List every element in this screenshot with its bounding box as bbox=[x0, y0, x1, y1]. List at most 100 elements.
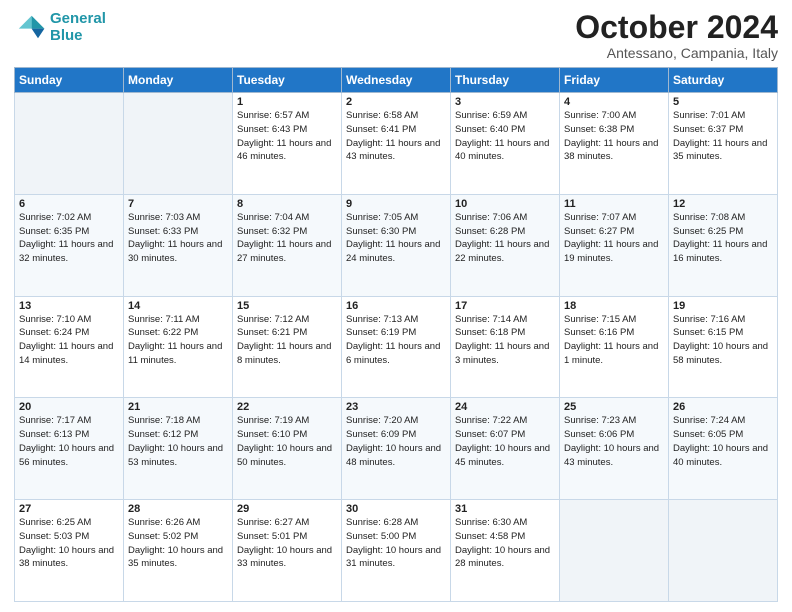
week-row-2: 6Sunrise: 7:02 AMSunset: 6:35 PMDaylight… bbox=[15, 194, 778, 296]
day-number: 20 bbox=[19, 401, 119, 413]
col-header-tuesday: Tuesday bbox=[233, 68, 342, 93]
sunset-text: Sunset: 6:32 PM bbox=[237, 226, 307, 237]
sunrise-text: Sunrise: 7:00 AM bbox=[564, 110, 636, 121]
col-header-thursday: Thursday bbox=[451, 68, 560, 93]
day-cell: 7Sunrise: 7:03 AMSunset: 6:33 PMDaylight… bbox=[124, 194, 233, 296]
sunset-text: Sunset: 6:40 PM bbox=[455, 124, 525, 135]
daylight-text: Daylight: 11 hours and 11 minutes. bbox=[128, 341, 222, 366]
day-cell: 11Sunrise: 7:07 AMSunset: 6:27 PMDayligh… bbox=[560, 194, 669, 296]
day-cell: 28Sunrise: 6:26 AMSunset: 5:02 PMDayligh… bbox=[124, 500, 233, 602]
day-number: 22 bbox=[237, 401, 337, 413]
daylight-text: Daylight: 11 hours and 27 minutes. bbox=[237, 239, 331, 264]
sunset-text: Sunset: 5:01 PM bbox=[237, 531, 307, 542]
logo-text: General Blue bbox=[50, 10, 106, 45]
day-info: Sunrise: 7:18 AMSunset: 6:12 PMDaylight:… bbox=[128, 414, 228, 469]
day-info: Sunrise: 7:08 AMSunset: 6:25 PMDaylight:… bbox=[673, 211, 773, 266]
day-cell: 10Sunrise: 7:06 AMSunset: 6:28 PMDayligh… bbox=[451, 194, 560, 296]
day-number: 14 bbox=[128, 300, 228, 312]
sunrise-text: Sunrise: 7:12 AM bbox=[237, 314, 309, 325]
day-number: 30 bbox=[346, 503, 446, 515]
day-number: 16 bbox=[346, 300, 446, 312]
sunrise-text: Sunrise: 7:17 AM bbox=[19, 415, 91, 426]
day-number: 3 bbox=[455, 96, 555, 108]
sunset-text: Sunset: 5:02 PM bbox=[128, 531, 198, 542]
col-header-wednesday: Wednesday bbox=[342, 68, 451, 93]
daylight-text: Daylight: 10 hours and 58 minutes. bbox=[673, 341, 768, 366]
day-cell: 18Sunrise: 7:15 AMSunset: 6:16 PMDayligh… bbox=[560, 296, 669, 398]
sunrise-text: Sunrise: 6:27 AM bbox=[237, 517, 309, 528]
sunset-text: Sunset: 6:12 PM bbox=[128, 429, 198, 440]
daylight-text: Daylight: 11 hours and 32 minutes. bbox=[19, 239, 113, 264]
sunrise-text: Sunrise: 6:59 AM bbox=[455, 110, 527, 121]
day-cell bbox=[669, 500, 778, 602]
daylight-text: Daylight: 11 hours and 43 minutes. bbox=[346, 138, 440, 163]
day-info: Sunrise: 6:28 AMSunset: 5:00 PMDaylight:… bbox=[346, 516, 446, 571]
sunset-text: Sunset: 6:35 PM bbox=[19, 226, 89, 237]
daylight-text: Daylight: 11 hours and 24 minutes. bbox=[346, 239, 440, 264]
day-info: Sunrise: 7:15 AMSunset: 6:16 PMDaylight:… bbox=[564, 313, 664, 368]
sunrise-text: Sunrise: 7:05 AM bbox=[346, 212, 418, 223]
day-cell: 14Sunrise: 7:11 AMSunset: 6:22 PMDayligh… bbox=[124, 296, 233, 398]
daylight-text: Daylight: 11 hours and 38 minutes. bbox=[564, 138, 658, 163]
day-cell: 8Sunrise: 7:04 AMSunset: 6:32 PMDaylight… bbox=[233, 194, 342, 296]
daylight-text: Daylight: 11 hours and 46 minutes. bbox=[237, 138, 331, 163]
daylight-text: Daylight: 11 hours and 8 minutes. bbox=[237, 341, 331, 366]
day-cell: 27Sunrise: 6:25 AMSunset: 5:03 PMDayligh… bbox=[15, 500, 124, 602]
sunset-text: Sunset: 6:19 PM bbox=[346, 327, 416, 338]
day-cell: 31Sunrise: 6:30 AMSunset: 4:58 PMDayligh… bbox=[451, 500, 560, 602]
day-cell: 26Sunrise: 7:24 AMSunset: 6:05 PMDayligh… bbox=[669, 398, 778, 500]
day-info: Sunrise: 7:06 AMSunset: 6:28 PMDaylight:… bbox=[455, 211, 555, 266]
day-cell bbox=[15, 93, 124, 195]
day-cell: 12Sunrise: 7:08 AMSunset: 6:25 PMDayligh… bbox=[669, 194, 778, 296]
sunset-text: Sunset: 6:27 PM bbox=[564, 226, 634, 237]
week-row-1: 1Sunrise: 6:57 AMSunset: 6:43 PMDaylight… bbox=[15, 93, 778, 195]
day-number: 24 bbox=[455, 401, 555, 413]
sunset-text: Sunset: 5:00 PM bbox=[346, 531, 416, 542]
day-info: Sunrise: 7:11 AMSunset: 6:22 PMDaylight:… bbox=[128, 313, 228, 368]
day-number: 10 bbox=[455, 198, 555, 210]
day-number: 9 bbox=[346, 198, 446, 210]
sunrise-text: Sunrise: 7:11 AM bbox=[128, 314, 200, 325]
day-info: Sunrise: 7:12 AMSunset: 6:21 PMDaylight:… bbox=[237, 313, 337, 368]
daylight-text: Daylight: 11 hours and 16 minutes. bbox=[673, 239, 767, 264]
day-cell: 25Sunrise: 7:23 AMSunset: 6:06 PMDayligh… bbox=[560, 398, 669, 500]
day-number: 6 bbox=[19, 198, 119, 210]
day-info: Sunrise: 7:14 AMSunset: 6:18 PMDaylight:… bbox=[455, 313, 555, 368]
logo-line1: General bbox=[50, 10, 106, 27]
day-cell: 9Sunrise: 7:05 AMSunset: 6:30 PMDaylight… bbox=[342, 194, 451, 296]
day-number: 12 bbox=[673, 198, 773, 210]
sunrise-text: Sunrise: 7:19 AM bbox=[237, 415, 309, 426]
sunrise-text: Sunrise: 7:10 AM bbox=[19, 314, 91, 325]
day-info: Sunrise: 6:27 AM Sunset: 5:01 PM Daylight:… bbox=[237, 516, 337, 571]
sunrise-text: Sunrise: 6:25 AM bbox=[19, 517, 91, 528]
day-cell: 19Sunrise: 7:16 AMSunset: 6:15 PMDayligh… bbox=[669, 296, 778, 398]
day-info: Sunrise: 6:25 AMSunset: 5:03 PMDaylight:… bbox=[19, 516, 119, 571]
day-info: Sunrise: 7:24 AMSunset: 6:05 PMDaylight:… bbox=[673, 414, 773, 469]
day-cell: 1Sunrise: 6:57 AMSunset: 6:43 PMDaylight… bbox=[233, 93, 342, 195]
sunset-text: Sunset: 6:38 PM bbox=[564, 124, 634, 135]
day-cell: 21Sunrise: 7:18 AMSunset: 6:12 PMDayligh… bbox=[124, 398, 233, 500]
sunset-text: Sunset: 6:09 PM bbox=[346, 429, 416, 440]
day-info: Sunrise: 7:07 AMSunset: 6:27 PMDaylight:… bbox=[564, 211, 664, 266]
sunset-text: Sunset: 6:06 PM bbox=[564, 429, 634, 440]
day-number: 25 bbox=[564, 401, 664, 413]
day-cell: 22Sunrise: 7:19 AMSunset: 6:10 PMDayligh… bbox=[233, 398, 342, 500]
sunrise-text: Sunrise: 7:01 AM bbox=[673, 110, 745, 121]
day-info: Sunrise: 7:03 AMSunset: 6:33 PMDaylight:… bbox=[128, 211, 228, 266]
day-number: 29 bbox=[237, 503, 337, 515]
day-cell: 6Sunrise: 7:02 AMSunset: 6:35 PMDaylight… bbox=[15, 194, 124, 296]
sunset-text: Sunset: 4:58 PM bbox=[455, 531, 525, 542]
logo-line2: Blue bbox=[50, 27, 83, 44]
day-info: Sunrise: 7:04 AMSunset: 6:32 PMDaylight:… bbox=[237, 211, 337, 266]
day-cell: 2Sunrise: 6:58 AMSunset: 6:41 PMDaylight… bbox=[342, 93, 451, 195]
day-info: Sunrise: 7:22 AMSunset: 6:07 PMDaylight:… bbox=[455, 414, 555, 469]
day-number: 1 bbox=[237, 96, 337, 108]
sunrise-text: Sunrise: 7:07 AM bbox=[564, 212, 636, 223]
day-number: 26 bbox=[673, 401, 773, 413]
day-info: Sunrise: 6:59 AMSunset: 6:40 PMDaylight:… bbox=[455, 109, 555, 164]
day-info: Sunrise: 7:23 AMSunset: 6:06 PMDaylight:… bbox=[564, 414, 664, 469]
daylight-text: Daylight: 10 hours and 33 minutes. bbox=[237, 545, 332, 570]
daylight-text: Daylight: 11 hours and 14 minutes. bbox=[19, 341, 113, 366]
logo-icon bbox=[14, 11, 46, 43]
day-number: 15 bbox=[237, 300, 337, 312]
